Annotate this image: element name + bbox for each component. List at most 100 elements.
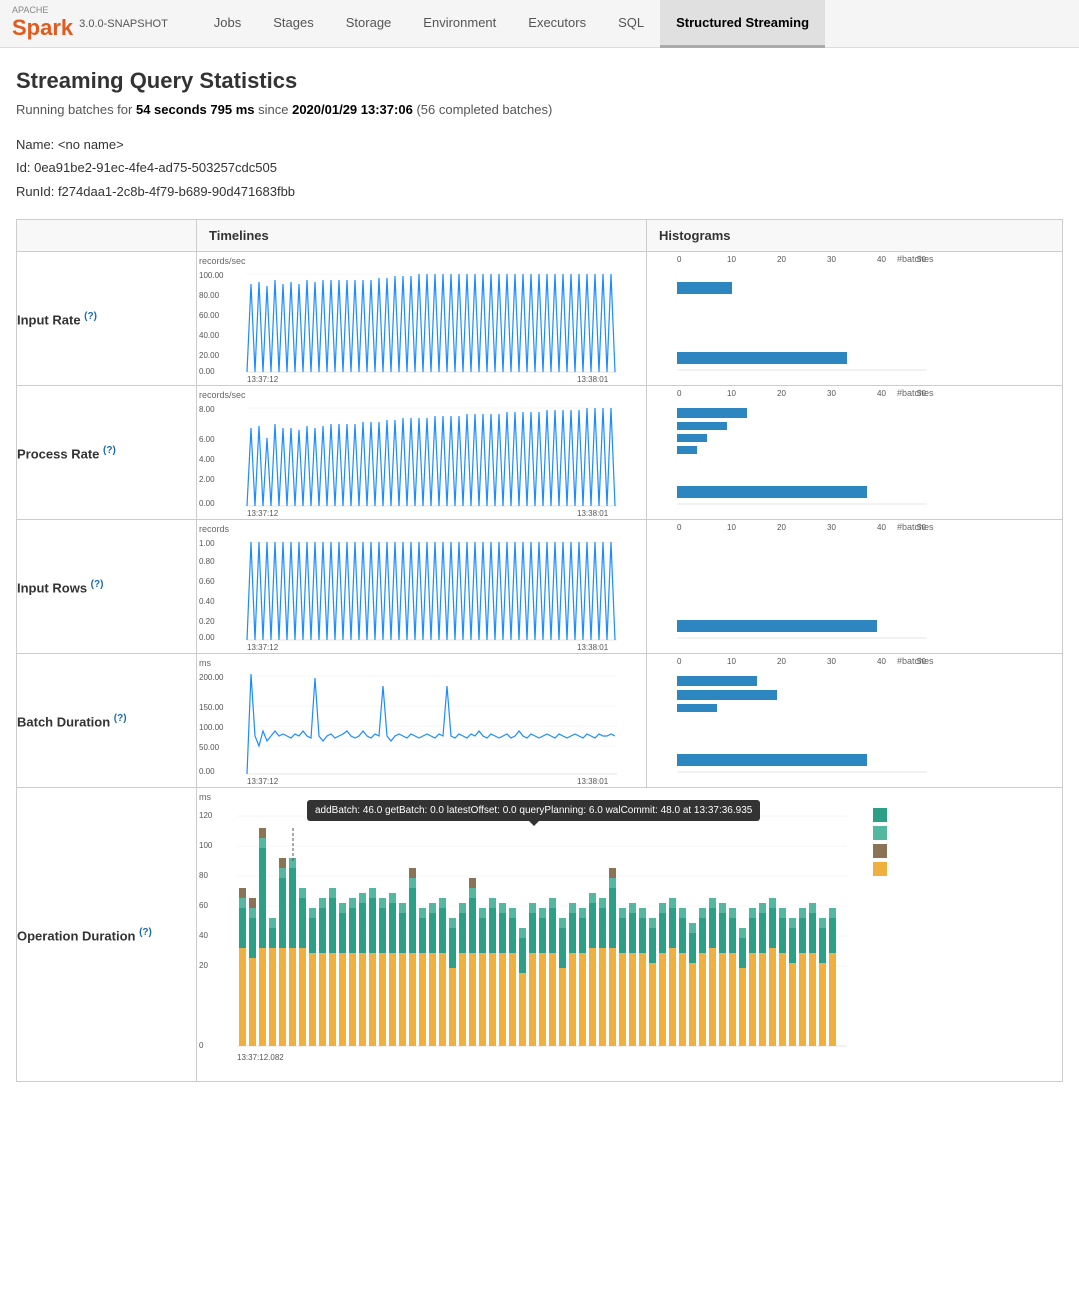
- svg-text:100.00: 100.00: [199, 271, 224, 280]
- svg-text:0: 0: [677, 255, 682, 264]
- legend-item-walcommit: [873, 844, 887, 858]
- col-empty: [17, 220, 197, 252]
- row-input-rate: Input Rate (?) records/sec 100.00 80.00 …: [17, 252, 1063, 386]
- svg-text:13:37:12: 13:37:12: [247, 509, 279, 518]
- svg-text:13:37:12.082: 13:37:12.082: [237, 1053, 284, 1062]
- histogram-process-rate: #batches 0 10 20 30 40 50: [647, 386, 1063, 520]
- svg-text:30: 30: [827, 523, 836, 532]
- tooltip-text: addBatch: 46.0 getBatch: 0.0 latestOffse…: [315, 805, 752, 816]
- svg-text:0: 0: [199, 1041, 204, 1050]
- svg-text:4.00: 4.00: [199, 455, 215, 464]
- col-histograms: Histograms: [647, 220, 1063, 252]
- id-value: 0ea91be2-91ec-4fe4-ad75-503257cdc505: [34, 160, 277, 175]
- svg-text:20: 20: [199, 961, 208, 970]
- svg-text:0.00: 0.00: [199, 367, 215, 376]
- svg-text:80.00: 80.00: [199, 291, 220, 300]
- row-batch-duration: Batch Duration (?) ms 200.00 150.00 100.…: [17, 654, 1063, 788]
- meta-block: Name: <no name> Id: 0ea91be2-91ec-4fe4-a…: [16, 133, 1063, 203]
- svg-text:records/sec: records/sec: [199, 390, 246, 400]
- svg-text:13:38:01: 13:38:01: [577, 643, 609, 652]
- svg-text:50.00: 50.00: [199, 743, 220, 752]
- nav-storage[interactable]: Storage: [330, 0, 408, 48]
- svg-text:40.00: 40.00: [199, 331, 220, 340]
- svg-text:13:38:01: 13:38:01: [577, 509, 609, 518]
- histogram-batch-duration: #batches 0 10 20 30 40 50: [647, 654, 1063, 788]
- timeline-batch-duration: ms 200.00 150.00 100.00 50.00 0.00 13:37…: [197, 654, 647, 788]
- since-value: 2020/01/29 13:37:06: [292, 102, 413, 117]
- svg-text:20.00: 20.00: [199, 351, 220, 360]
- svg-text:6.00: 6.00: [199, 435, 215, 444]
- name-label: Name:: [16, 137, 54, 152]
- nav-bar: APACHE Spark 3.0.0-SNAPSHOT Jobs Stages …: [0, 0, 1079, 48]
- label-process-rate: Process Rate (?): [17, 386, 197, 520]
- legend-item-getbatch: [873, 826, 887, 840]
- label-input-rate: Input Rate (?): [17, 252, 197, 386]
- svg-text:10: 10: [727, 523, 736, 532]
- svg-text:60: 60: [199, 901, 208, 910]
- apache-label: APACHE: [12, 6, 73, 15]
- svg-text:20: 20: [777, 523, 786, 532]
- label-operation-duration: Operation Duration (?): [17, 788, 197, 1082]
- nav-structured-streaming[interactable]: Structured Streaming: [660, 0, 825, 48]
- runid-value: f274daa1-2c8b-4f79-b689-90d471683fbb: [58, 184, 295, 199]
- svg-text:100: 100: [199, 841, 213, 850]
- svg-text:13:37:12: 13:37:12: [247, 777, 279, 786]
- version-label: 3.0.0-SNAPSHOT: [79, 18, 168, 30]
- svg-text:10: 10: [727, 657, 736, 666]
- svg-text:120: 120: [199, 811, 213, 820]
- svg-text:records/sec: records/sec: [199, 256, 246, 266]
- timeline-input-rows: records 1.00 0.80 0.60 0.40 0.20 0.00: [197, 520, 647, 654]
- main-content: Streaming Query Statistics Running batch…: [0, 48, 1079, 1102]
- timeline-input-rate: records/sec 100.00 80.00 60.00 40.00 20.…: [197, 252, 647, 386]
- name-value: <no name>: [58, 137, 124, 152]
- svg-text:13:38:01: 13:38:01: [577, 375, 609, 384]
- legend: [873, 808, 887, 876]
- svg-text:30: 30: [827, 255, 836, 264]
- nav-sql[interactable]: SQL: [602, 0, 660, 48]
- nav-environment[interactable]: Environment: [407, 0, 512, 48]
- svg-text:50: 50: [917, 657, 926, 666]
- nav-executors[interactable]: Executors: [512, 0, 602, 48]
- tooltip-box: addBatch: 46.0 getBatch: 0.0 latestOffse…: [307, 800, 760, 821]
- svg-text:8.00: 8.00: [199, 405, 215, 414]
- svg-text:50: 50: [917, 255, 926, 264]
- timeline-process-rate: records/sec 8.00 6.00 4.00 2.00 0.00 13:…: [197, 386, 647, 520]
- svg-text:0.00: 0.00: [199, 633, 215, 642]
- svg-text:50: 50: [917, 389, 926, 398]
- subtitle: Running batches for 54 seconds 795 ms si…: [16, 102, 1063, 117]
- svg-text:10: 10: [727, 389, 736, 398]
- svg-text:40: 40: [877, 255, 886, 264]
- page-title: Streaming Query Statistics: [16, 68, 1063, 94]
- svg-text:0: 0: [677, 389, 682, 398]
- svg-text:13:37:12: 13:37:12: [247, 643, 279, 652]
- svg-text:40: 40: [877, 523, 886, 532]
- svg-text:150.00: 150.00: [199, 703, 224, 712]
- svg-text:60.00: 60.00: [199, 311, 220, 320]
- svg-text:20: 20: [777, 657, 786, 666]
- svg-text:200.00: 200.00: [199, 673, 224, 682]
- label-input-rows: Input Rows (?): [17, 520, 197, 654]
- svg-text:#batches: #batches: [897, 388, 934, 398]
- svg-text:0.00: 0.00: [199, 499, 215, 508]
- nav-jobs[interactable]: Jobs: [198, 0, 257, 48]
- nav-stages[interactable]: Stages: [257, 0, 329, 48]
- svg-text:records: records: [199, 524, 230, 534]
- svg-text:0.40: 0.40: [199, 597, 215, 606]
- histogram-input-rows: #batches 0 10 20 30 40 50: [647, 520, 1063, 654]
- svg-text:13:38:01: 13:38:01: [577, 777, 609, 786]
- svg-text:30: 30: [827, 657, 836, 666]
- stats-table: Timelines Histograms Input Rate (?) reco…: [16, 219, 1063, 1082]
- svg-text:#batches: #batches: [897, 656, 934, 666]
- row-process-rate: Process Rate (?) records/sec 8.00 6.00 4…: [17, 386, 1063, 520]
- svg-text:20: 20: [777, 389, 786, 398]
- svg-text:0.20: 0.20: [199, 617, 215, 626]
- svg-text:0: 0: [677, 523, 682, 532]
- svg-text:40: 40: [877, 389, 886, 398]
- svg-text:#batches: #batches: [897, 522, 934, 532]
- svg-text:10: 10: [727, 255, 736, 264]
- svg-text:40: 40: [877, 657, 886, 666]
- timeline-operation-duration: ms 120 100 80 60 40 20 0: [197, 788, 1063, 1082]
- svg-text:0.80: 0.80: [199, 557, 215, 566]
- runid-label: RunId:: [16, 184, 54, 199]
- col-timelines: Timelines: [197, 220, 647, 252]
